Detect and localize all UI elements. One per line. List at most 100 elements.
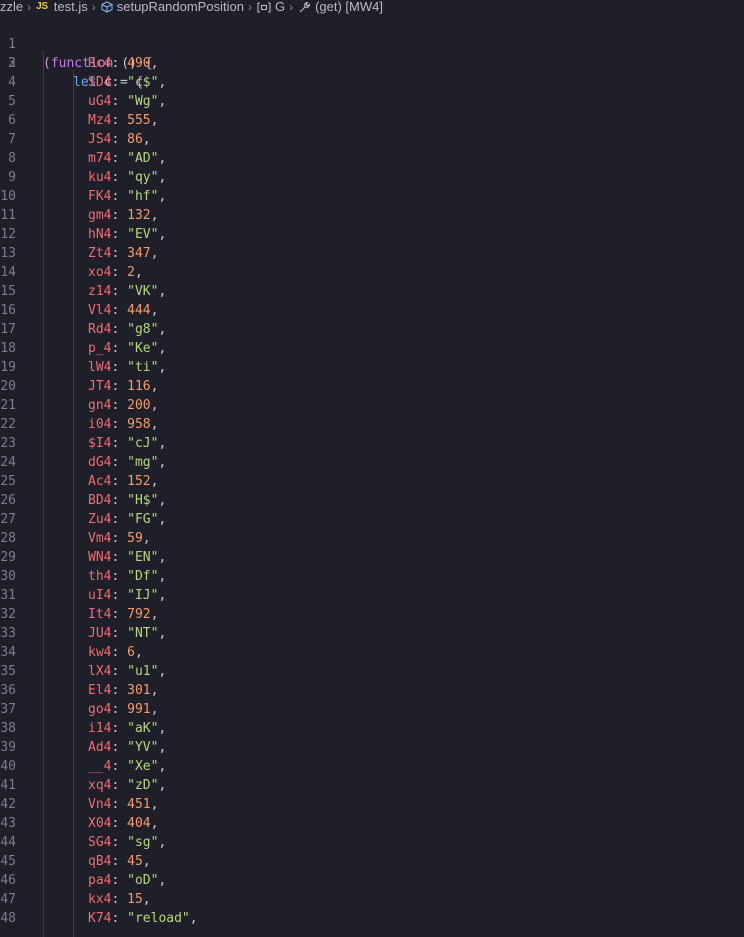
line-number: 12 xyxy=(0,227,16,242)
property-key: __4 xyxy=(88,759,112,774)
breadcrumb-item-folder[interactable]: zzle › xyxy=(0,0,36,14)
code-line[interactable]: 10 FK4: "hf", xyxy=(0,187,744,206)
property-value: "c$" xyxy=(127,75,159,90)
code-content: go4: 991, xyxy=(88,702,159,717)
code-line[interactable]: 2 let c = { xyxy=(0,35,744,90)
code-content: kw4: 6, xyxy=(88,645,143,660)
breadcrumb-item-getter[interactable]: (get) [MW4] xyxy=(298,0,383,14)
code-line[interactable]: 39 Ad4: "YV", xyxy=(0,738,744,757)
code-line[interactable]: 40 __4: "Xe", xyxy=(0,757,744,776)
property-value: "AD" xyxy=(127,151,159,166)
property-value: "Ke" xyxy=(127,341,159,356)
code-line[interactable]: 9 ku4: "qy", xyxy=(0,168,744,187)
code-line[interactable]: 3 Rc4: 490, xyxy=(0,54,744,73)
line-number: 39 xyxy=(0,740,16,755)
code-line[interactable]: 16 Vl4: 444, xyxy=(0,301,744,320)
code-line[interactable]: 48 K74: "reload", xyxy=(0,909,744,928)
code-line[interactable]: 15 z14: "VK", xyxy=(0,282,744,301)
code-line[interactable]: 11 gm4: 132, xyxy=(0,206,744,225)
chevron-right-icon: › xyxy=(289,0,294,14)
code-line[interactable]: 22 i04: 958, xyxy=(0,415,744,434)
code-line[interactable]: 7 JS4: 86, xyxy=(0,130,744,149)
code-line[interactable]: 20 JT4: 116, xyxy=(0,377,744,396)
code-line[interactable]: 41 xq4: "zD", xyxy=(0,776,744,795)
code-line[interactable]: 32 It4: 792, xyxy=(0,605,744,624)
code-line[interactable]: 34 kw4: 6, xyxy=(0,643,744,662)
code-line[interactable]: 24 dG4: "mg", xyxy=(0,453,744,472)
code-line[interactable]: 13 Zt4: 347, xyxy=(0,244,744,263)
code-content: Vl4: 444, xyxy=(88,303,159,318)
line-number: 13 xyxy=(0,246,16,261)
line-number: 25 xyxy=(0,474,16,489)
breadcrumb-item-function[interactable]: setupRandomPosition › xyxy=(101,0,257,14)
property-key: uG4 xyxy=(88,94,112,109)
code-line[interactable]: 26 BD4: "H$", xyxy=(0,491,744,510)
code-content: dG4: "mg", xyxy=(88,455,167,470)
code-content: gm4: 132, xyxy=(88,208,159,223)
code-line[interactable]: 6 Mz4: 555, xyxy=(0,111,744,130)
breadcrumb-folder-label: zzle xyxy=(0,0,24,14)
code-line[interactable]: 1 (function () { xyxy=(0,16,744,71)
property-key: JS4 xyxy=(88,132,112,147)
code-line[interactable]: 19 lW4: "ti", xyxy=(0,358,744,377)
code-content: SD4: "c$", xyxy=(88,75,167,90)
code-line[interactable]: 25 Ac4: 152, xyxy=(0,472,744,491)
code-line[interactable]: 12 hN4: "EV", xyxy=(0,225,744,244)
code-line[interactable]: 35 lX4: "u1", xyxy=(0,662,744,681)
line-number: 4 xyxy=(8,75,16,90)
property-key: go4 xyxy=(88,702,112,717)
code-line[interactable]: 5 uG4: "Wg", xyxy=(0,92,744,111)
code-content: Rc4: 490, xyxy=(88,56,159,71)
breadcrumb-variable-label: G xyxy=(274,0,286,14)
code-content: uG4: "Wg", xyxy=(88,94,167,109)
code-line[interactable]: 46 pa4: "oD", xyxy=(0,871,744,890)
breadcrumb-file-label: test.js xyxy=(53,0,88,14)
property-value: "u1" xyxy=(127,664,159,679)
code-line[interactable]: 14 xo4: 2, xyxy=(0,263,744,282)
code-line[interactable]: 23 $I4: "cJ", xyxy=(0,434,744,453)
code-line[interactable]: 36 El4: 301, xyxy=(0,681,744,700)
code-content: BD4: "H$", xyxy=(88,493,167,508)
code-line[interactable]: 29 WN4: "EN", xyxy=(0,548,744,567)
property-value: 59 xyxy=(127,531,143,546)
code-line[interactable]: 37 go4: 991, xyxy=(0,700,744,719)
property-value: 404 xyxy=(127,816,151,831)
line-number: 22 xyxy=(0,417,16,432)
code-line[interactable]: 33 JU4: "NT", xyxy=(0,624,744,643)
code-line[interactable]: 8 m74: "AD", xyxy=(0,149,744,168)
code-content: m74: "AD", xyxy=(88,151,167,166)
code-editor[interactable]: 1 (function () { 2 let c = { 3 Rc4: 490, 4… xyxy=(0,16,744,937)
code-line[interactable]: 43 X04: 404, xyxy=(0,814,744,833)
line-number: 35 xyxy=(0,664,16,679)
code-line[interactable]: 4 SD4: "c$", xyxy=(0,73,744,92)
code-content: gn4: 200, xyxy=(88,398,159,413)
code-line[interactable]: 45 qB4: 45, xyxy=(0,852,744,871)
line-number: 46 xyxy=(0,873,16,888)
code-line[interactable]: 18 p_4: "Ke", xyxy=(0,339,744,358)
code-line[interactable]: 30 th4: "Df", xyxy=(0,567,744,586)
code-content: $I4: "cJ", xyxy=(88,436,167,451)
property-value: 15 xyxy=(127,892,143,907)
property-key: Ac4 xyxy=(88,474,112,489)
property-value: "mg" xyxy=(127,455,159,470)
property-key: lX4 xyxy=(88,664,112,679)
code-line[interactable]: 28 Vm4: 59, xyxy=(0,529,744,548)
line-number: 32 xyxy=(0,607,16,622)
variable-icon xyxy=(257,1,271,13)
code-line[interactable]: 17 Rd4: "g8", xyxy=(0,320,744,339)
line-number: 38 xyxy=(0,721,16,736)
code-line[interactable]: 21 gn4: 200, xyxy=(0,396,744,415)
property-key: Rd4 xyxy=(88,322,112,337)
breadcrumb-item-variable[interactable]: G › xyxy=(257,0,298,14)
code-line[interactable]: 31 uI4: "IJ", xyxy=(0,586,744,605)
breadcrumb-item-file[interactable]: JS test.js › xyxy=(36,0,101,14)
code-line[interactable]: 47 kx4: 15, xyxy=(0,890,744,909)
code-line[interactable]: 42 Vn4: 451, xyxy=(0,795,744,814)
code-line[interactable]: 44 SG4: "sg", xyxy=(0,833,744,852)
code-line-partial[interactable] xyxy=(0,928,744,937)
line-number: 9 xyxy=(8,170,16,185)
property-key: i04 xyxy=(88,417,112,432)
code-line[interactable]: 27 Zu4: "FG", xyxy=(0,510,744,529)
line-number: 34 xyxy=(0,645,16,660)
code-line[interactable]: 38 i14: "aK", xyxy=(0,719,744,738)
